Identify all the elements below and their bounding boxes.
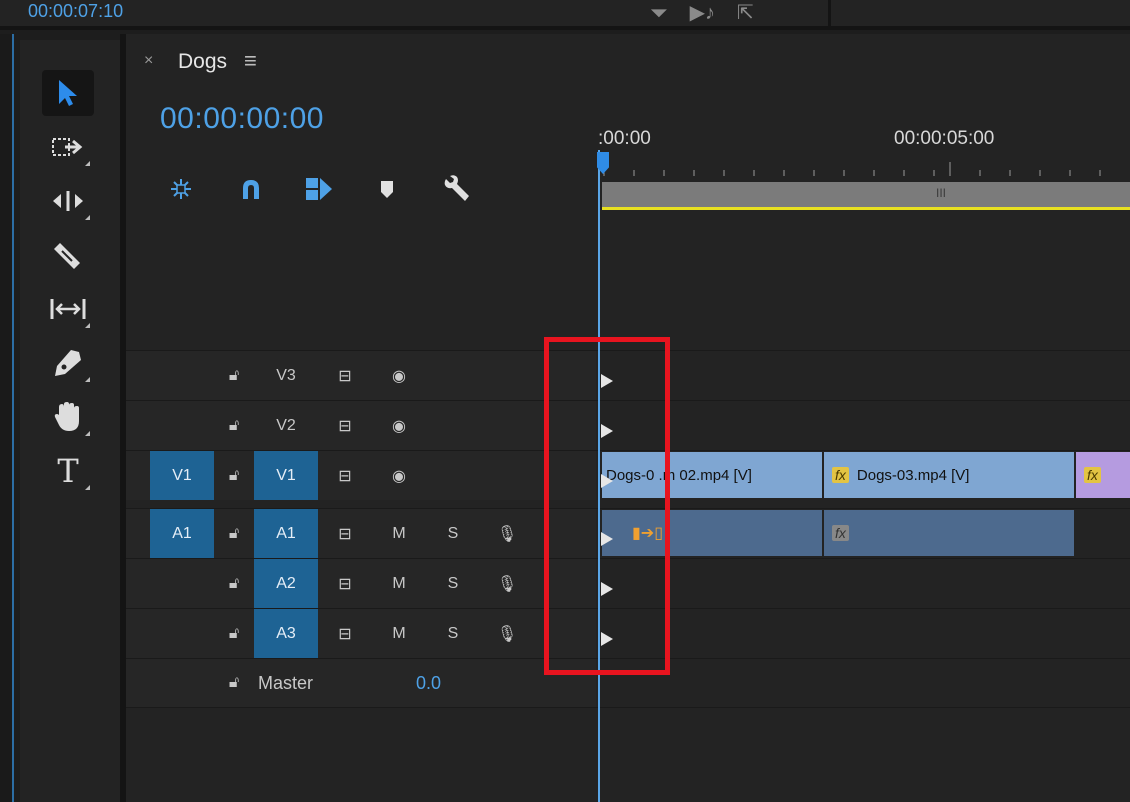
track-target-a1[interactable]: A1	[254, 509, 318, 558]
sync-lock-icon[interactable]: ⊟	[330, 609, 360, 658]
ruler-start-label: :00:00	[598, 128, 651, 149]
work-area-bar[interactable]	[602, 182, 1130, 210]
microphone-icon[interactable]: 🎙︎	[494, 609, 520, 658]
mute-button[interactable]: M	[386, 509, 412, 558]
left-panel-edge	[0, 34, 14, 802]
sync-lock-icon[interactable]: ⊟	[330, 509, 360, 558]
master-track-label: Master	[258, 672, 314, 693]
source-patch-a1[interactable]: A1	[150, 509, 214, 558]
fx-badge: fx	[832, 525, 849, 541]
hand-icon[interactable]	[42, 394, 94, 440]
audio-clip[interactable]: fx	[824, 510, 1074, 556]
export-frame-icon[interactable]: ⇱	[737, 0, 754, 24]
sync-lock-icon[interactable]: ⊟	[330, 451, 360, 500]
source-patch-v1[interactable]: V1	[150, 451, 214, 500]
sequence-tab-title[interactable]: Dogs	[178, 50, 227, 74]
video-clip[interactable]: fx	[1076, 452, 1130, 498]
filter-icon[interactable]: ⏷	[650, 0, 668, 25]
timeline-settings-icon[interactable]	[440, 174, 470, 204]
video-clip[interactable]: fx Dogs-03.mp4 [V]	[824, 452, 1074, 498]
insert-overwrite-sequences-icon[interactable]	[166, 174, 196, 204]
sync-lock-icon[interactable]: ⊟	[330, 351, 360, 400]
playhead-timecode[interactable]: 00:00:00:00	[160, 102, 324, 136]
track-target-v1[interactable]: V1	[254, 451, 318, 500]
highlight-box	[544, 337, 670, 675]
linked-selection-icon[interactable]	[304, 174, 334, 204]
mute-button[interactable]: M	[386, 609, 412, 658]
track-target-v3[interactable]: V3	[254, 351, 318, 400]
solo-button[interactable]: S	[440, 609, 466, 658]
top-icon-group: ⏷ ▶♪ ⇱	[650, 0, 754, 25]
mute-button[interactable]: M	[386, 559, 412, 608]
solo-button[interactable]: S	[440, 509, 466, 558]
slip-icon[interactable]	[42, 286, 94, 332]
panel-menu-icon[interactable]: ≡	[244, 48, 257, 74]
microphone-icon[interactable]: 🎙︎	[494, 559, 520, 608]
razor-icon[interactable]	[42, 232, 94, 278]
snap-icon[interactable]	[236, 174, 266, 204]
track-target-v2[interactable]: V2	[254, 401, 318, 450]
sync-lock-icon[interactable]: ⊟	[330, 559, 360, 608]
audio-export-icon[interactable]: ▶♪	[690, 0, 715, 24]
clip-label: Dogs-03.mp4 [V]	[856, 466, 970, 484]
eye-icon[interactable]: ◉	[384, 401, 414, 450]
sync-lock-icon[interactable]: ⊟	[330, 401, 360, 450]
lock-icon[interactable]: 🔓︎	[222, 559, 246, 608]
lock-icon[interactable]: 🔓︎	[222, 509, 246, 558]
top-panel-strip: 00:00:07:10 ⏷ ▶♪ ⇱	[0, 0, 1130, 30]
master-volume-value[interactable]: 0.0	[416, 659, 441, 707]
ruler-time-label: 00:00:05:00	[894, 128, 995, 149]
selection-tool-icon[interactable]	[42, 70, 94, 116]
lock-icon[interactable]: 🔓︎	[222, 451, 246, 500]
program-timecode[interactable]: 00:00:07:10	[28, 0, 123, 22]
add-marker-icon[interactable]	[372, 174, 402, 204]
work-area-grip[interactable]: III	[936, 186, 946, 200]
lock-icon[interactable]: 🔓︎	[222, 659, 246, 707]
lock-icon[interactable]: 🔓︎	[222, 609, 246, 658]
track-target-a3[interactable]: A3	[254, 609, 318, 658]
type-icon[interactable]: T	[42, 448, 94, 494]
lock-icon[interactable]: 🔓︎	[222, 351, 246, 400]
eye-icon[interactable]: ◉	[384, 451, 414, 500]
fx-badge: fx	[832, 467, 849, 483]
fx-badge: fx	[1084, 467, 1101, 483]
tools-panel: T	[20, 40, 120, 802]
track-select-forward-icon[interactable]	[42, 124, 94, 170]
time-ruler[interactable]	[602, 162, 1130, 176]
top-divider	[828, 0, 831, 30]
eye-icon[interactable]: ◉	[384, 351, 414, 400]
track-target-a2[interactable]: A2	[254, 559, 318, 608]
lock-icon[interactable]: 🔓︎	[222, 401, 246, 450]
ripple-edit-icon[interactable]	[42, 178, 94, 224]
close-tab-icon[interactable]: ×	[144, 52, 153, 70]
solo-button[interactable]: S	[440, 559, 466, 608]
microphone-icon[interactable]: 🎙︎	[494, 509, 520, 558]
pen-icon[interactable]	[42, 340, 94, 386]
